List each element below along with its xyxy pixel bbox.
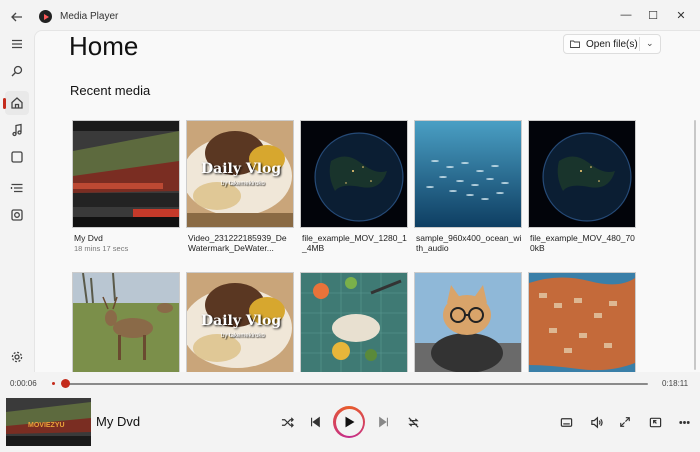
captions-button[interactable] — [558, 414, 574, 430]
media-card[interactable] — [300, 272, 408, 373]
next-icon — [379, 416, 388, 428]
content-scrollbar[interactable] — [694, 120, 696, 370]
shuffle-button[interactable] — [279, 414, 295, 430]
open-files-button[interactable]: Open file(s) ⌄ — [563, 34, 661, 54]
search-button[interactable] — [5, 59, 29, 83]
seek-track[interactable] — [62, 383, 648, 385]
menu-button[interactable] — [5, 32, 29, 56]
open-files-label: Open file(s) — [586, 38, 638, 50]
back-icon — [11, 12, 22, 22]
section-title-recent-media: Recent media — [70, 83, 151, 98]
seek-thumb[interactable] — [61, 379, 71, 388]
title-bar: Media Player — ☐ ✕ — [0, 0, 700, 32]
chevron-down-icon[interactable]: ⌄ — [646, 38, 654, 49]
media-title: file_example_MOV_480_700kB — [530, 233, 635, 253]
fullscreen-icon — [620, 417, 630, 427]
chapter-marker — [52, 382, 55, 385]
media-card[interactable]: sample_960x400_ocean_with_audio — [414, 120, 522, 253]
minimize-button[interactable]: — — [613, 5, 639, 25]
vlog-overlay-byline: by takemekiroko — [221, 333, 265, 339]
now-playing-thumb-label: MOVIEZYU — [28, 422, 65, 429]
media-card[interactable]: My Dvd 18 mins 17 secs — [72, 120, 180, 253]
media-duration: 18 mins 17 secs — [74, 244, 129, 253]
media-thumbnail-cat — [414, 272, 522, 373]
media-thumbnail-earth — [300, 120, 408, 228]
previous-button[interactable] — [307, 414, 323, 430]
media-title: Video_231222185939_DeWatermark_DeWater..… — [188, 233, 287, 253]
volume-button[interactable] — [588, 414, 604, 430]
settings-button[interactable] — [5, 345, 29, 369]
media-card[interactable] — [414, 272, 522, 373]
back-button[interactable] — [5, 5, 29, 29]
seek-bar-area: 0:00:06 0:18:11 — [0, 372, 700, 394]
media-thumbnail-earth — [528, 120, 636, 228]
previous-icon — [311, 416, 320, 428]
media-card[interactable] — [528, 272, 636, 373]
page-title: Home — [69, 31, 139, 61]
sidebar-item-playlists[interactable] — [5, 203, 29, 227]
media-thumbnail-dvd — [72, 120, 180, 228]
total-time: 0:18:11 — [662, 379, 689, 388]
now-playing-thumbnail[interactable]: MOVIEZYU — [6, 398, 91, 446]
media-thumbnail-vlog: Daily Vlog by takemekiroko — [186, 120, 294, 228]
playlist-icon — [10, 183, 23, 193]
media-title: My Dvd — [74, 233, 103, 243]
repeat-off-button[interactable] — [405, 414, 421, 430]
media-card[interactable] — [72, 272, 180, 373]
main-content: Home Open file(s) ⌄ Recent media My Dvd … — [34, 30, 700, 373]
window-title: Media Player — [60, 11, 119, 22]
media-thumbnail-craft — [300, 272, 408, 373]
mini-player-icon — [649, 417, 661, 427]
media-player-app-icon — [39, 10, 52, 23]
close-button[interactable]: ✕ — [668, 5, 694, 25]
search-icon — [11, 65, 23, 77]
vlog-overlay-byline: by takemekiroko — [221, 181, 265, 187]
button-divider — [639, 37, 640, 51]
media-card[interactable]: file_example_MOV_1280_1_4MB — [300, 120, 408, 253]
media-card[interactable]: Daily Vlog by takemekiroko Video_2312221… — [186, 120, 294, 253]
player-controls: MOVIEZYU My Dvd — [0, 394, 700, 452]
captions-icon — [560, 417, 572, 427]
media-thumbnail-vlog: Daily Vlog by takemekiroko — [186, 272, 294, 373]
next-button[interactable] — [376, 414, 392, 430]
folder-icon — [570, 40, 580, 48]
sidebar-item-home[interactable] — [3, 91, 29, 115]
media-thumbnail-city — [528, 272, 636, 373]
navigation-sidebar — [0, 0, 34, 372]
menu-icon — [12, 39, 22, 49]
video-icon — [11, 151, 23, 163]
sidebar-item-music[interactable] — [5, 118, 29, 142]
maximize-button[interactable]: ☐ — [640, 5, 666, 25]
elapsed-time: 0:00:06 — [10, 379, 37, 388]
media-title: file_example_MOV_1280_1_4MB — [302, 233, 407, 253]
mini-player-button[interactable] — [647, 414, 663, 430]
media-card[interactable]: Daily Vlog by takemekiroko — [186, 272, 294, 373]
media-thumbnail-deer — [72, 272, 180, 373]
vlog-overlay-title: Daily Vlog — [201, 313, 282, 329]
volume-icon — [590, 416, 603, 428]
sidebar-item-playqueue[interactable] — [5, 176, 29, 200]
sidebar-item-video[interactable] — [5, 145, 29, 169]
media-title: sample_960x400_ocean_with_audio — [416, 233, 522, 253]
more-options-button[interactable] — [676, 414, 692, 430]
play-button[interactable] — [333, 406, 365, 438]
settings-icon — [11, 351, 23, 363]
playqueue-icon — [11, 209, 23, 221]
music-icon — [12, 123, 22, 137]
more-icon — [678, 420, 690, 424]
media-card[interactable]: file_example_MOV_480_700kB — [528, 120, 636, 253]
play-icon — [345, 416, 355, 428]
vlog-overlay-title: Daily Vlog — [201, 161, 282, 177]
now-playing-title: My Dvd — [96, 414, 141, 429]
shuffle-icon — [281, 416, 294, 428]
media-thumbnail-ocean — [414, 120, 522, 228]
home-icon — [11, 97, 23, 109]
repeat-off-icon — [407, 416, 419, 428]
fullscreen-button[interactable] — [617, 414, 633, 430]
